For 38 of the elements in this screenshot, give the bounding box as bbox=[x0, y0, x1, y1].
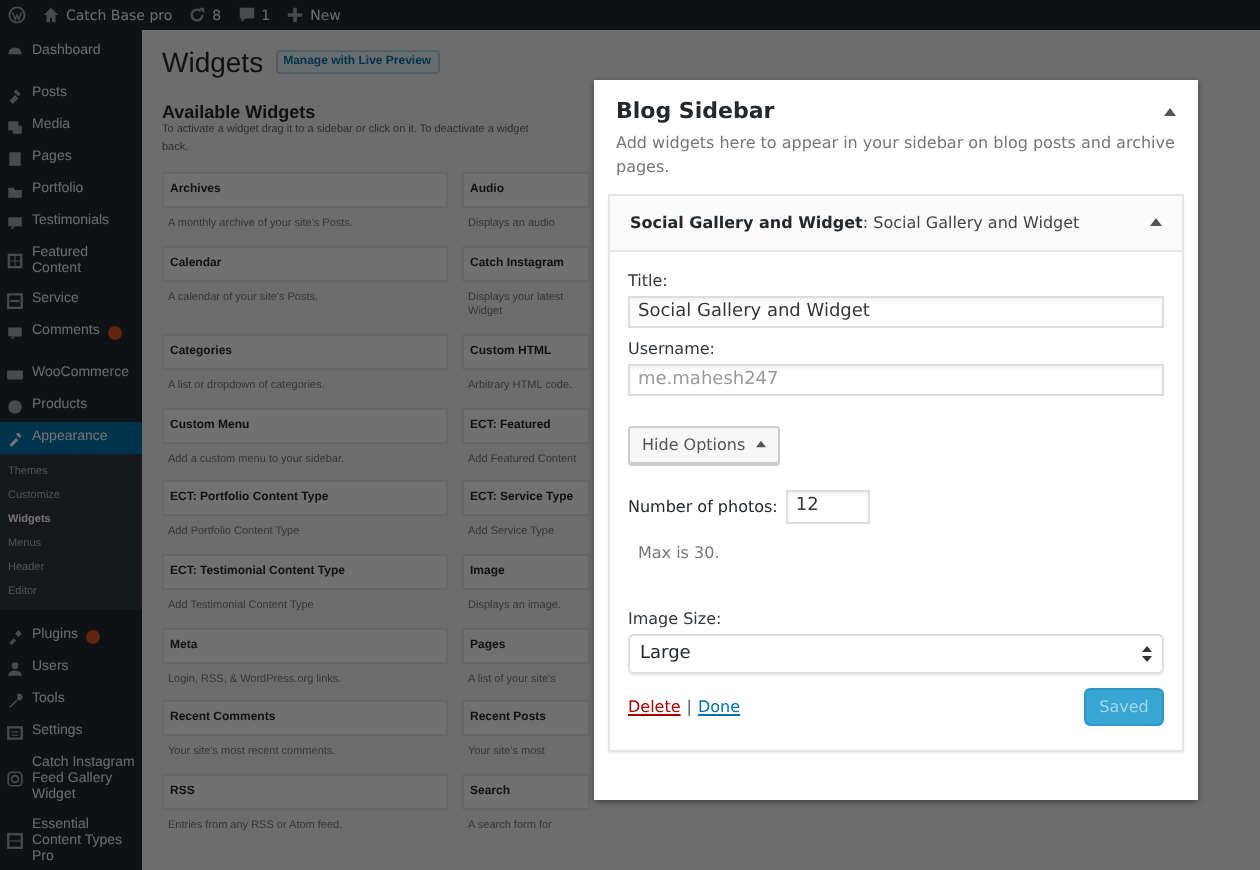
collapse-icon[interactable] bbox=[1150, 218, 1162, 227]
menu-icon bbox=[6, 85, 24, 103]
menu-icon bbox=[6, 291, 24, 310]
home-icon[interactable] bbox=[42, 6, 60, 24]
wordpress-logo-icon[interactable] bbox=[8, 6, 26, 24]
menu-icon bbox=[6, 659, 24, 678]
menu-icon bbox=[6, 723, 24, 742]
hide-options-button[interactable]: Hide Options bbox=[628, 425, 780, 464]
collapse-icon[interactable] bbox=[1164, 107, 1176, 115]
title-field[interactable]: Social Gallery and Widget bbox=[628, 295, 1164, 328]
menu-icon bbox=[6, 429, 24, 448]
username-field[interactable]: me.mahesh247 bbox=[628, 363, 1164, 396]
image-size-select[interactable]: Large bbox=[628, 633, 1164, 674]
menu-icon bbox=[6, 213, 24, 231]
field-label: Username: bbox=[628, 339, 717, 358]
photos-field[interactable]: 12 bbox=[785, 489, 870, 524]
hint-text: Max is 30. bbox=[638, 543, 722, 562]
menu-icon bbox=[6, 252, 24, 271]
plus-icon[interactable] bbox=[286, 6, 305, 24]
page-title: Widgets bbox=[162, 46, 264, 78]
panel-title: Blog Sidebar bbox=[616, 98, 775, 124]
comment-icon[interactable] bbox=[237, 6, 256, 24]
field-label: Number of photos: bbox=[628, 497, 778, 516]
menu-icon bbox=[6, 770, 24, 789]
refresh-icon[interactable] bbox=[188, 6, 207, 24]
menu-icon bbox=[6, 627, 24, 646]
menu-icon bbox=[6, 832, 24, 851]
caret-icon bbox=[755, 440, 766, 449]
done-link[interactable]: Done bbox=[698, 697, 741, 716]
link-separator: | bbox=[686, 697, 692, 716]
section-heading: Available Widgets bbox=[162, 102, 316, 122]
field-label: Image Size: bbox=[628, 609, 724, 628]
delete-link[interactable]: Delete bbox=[628, 697, 681, 716]
menu-icon bbox=[6, 323, 24, 342]
field-label: Title: bbox=[628, 271, 670, 290]
menu-icon bbox=[6, 691, 24, 710]
select-arrows-icon bbox=[1142, 645, 1152, 662]
panel-description: Add widgets here to appear in your sidebar on blog posts and archive pages. bbox=[614, 132, 1177, 181]
